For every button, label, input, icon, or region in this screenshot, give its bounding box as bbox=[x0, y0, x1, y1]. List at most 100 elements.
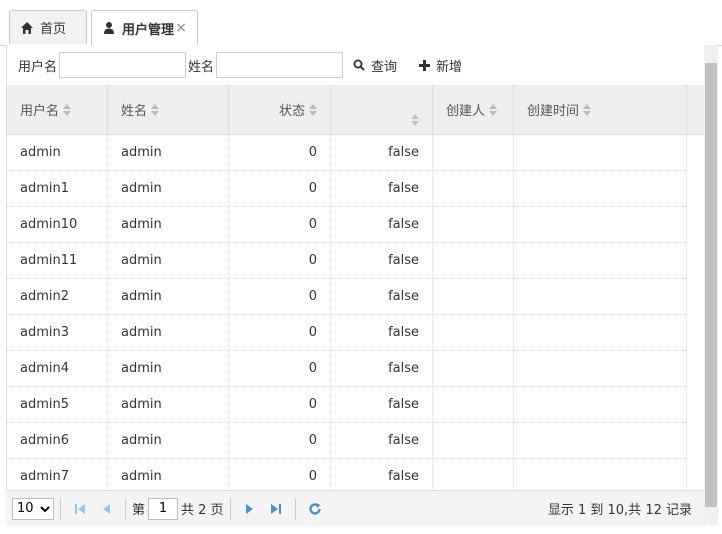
cell-username: admin2 bbox=[7, 279, 108, 314]
cell-status: 0 bbox=[229, 243, 331, 278]
refresh-button[interactable] bbox=[302, 497, 328, 521]
cell-status: 0 bbox=[229, 315, 331, 350]
cell-status: 0 bbox=[229, 351, 331, 386]
cell-name: admin bbox=[108, 243, 229, 278]
username-input[interactable] bbox=[59, 52, 187, 78]
cell-creator bbox=[433, 279, 514, 314]
cell-username: admin7 bbox=[7, 459, 108, 494]
cell-username: admin10 bbox=[7, 207, 108, 242]
column-header-status[interactable]: 状态 bbox=[229, 85, 331, 134]
next-page-icon bbox=[245, 503, 253, 514]
prev-page-button[interactable] bbox=[93, 497, 119, 521]
sort-icon bbox=[489, 103, 498, 116]
column-header-username[interactable]: 用户名 bbox=[7, 85, 108, 134]
cell-creator bbox=[433, 207, 514, 242]
cell-status: 0 bbox=[229, 135, 331, 170]
sort-icon bbox=[309, 103, 317, 116]
cell-creator bbox=[433, 351, 514, 386]
cell-flag: false bbox=[331, 279, 433, 314]
table-row[interactable]: admin3 admin 0 false bbox=[7, 315, 687, 351]
table-row[interactable]: admin6 admin 0 false bbox=[7, 423, 687, 459]
search-button[interactable]: 查询 bbox=[353, 56, 397, 75]
cell-created-time bbox=[514, 459, 687, 494]
first-page-button[interactable] bbox=[67, 497, 93, 521]
cell-flag: false bbox=[331, 351, 433, 386]
table-row[interactable]: admin11 admin 0 false bbox=[7, 243, 687, 279]
cell-created-time bbox=[514, 279, 687, 314]
pagination-bar: 10 第 共 2 页 显示 1 到 10,共 12 记录 bbox=[6, 490, 704, 526]
tab-home-label: 首页 bbox=[40, 22, 67, 37]
page-label-prefix: 第 bbox=[132, 503, 146, 518]
cell-creator bbox=[433, 135, 514, 170]
search-icon bbox=[353, 59, 365, 71]
table-row[interactable]: admin admin 0 false bbox=[7, 135, 687, 171]
sort-icon bbox=[151, 103, 160, 116]
cell-creator bbox=[433, 459, 514, 494]
cell-name: admin bbox=[108, 279, 229, 314]
cell-name: admin bbox=[108, 423, 229, 458]
user-table: 用户名 姓名 状态 创建人 创建时间 admin admin 0 false a… bbox=[6, 85, 705, 526]
scrollbar-thumb[interactable] bbox=[705, 63, 717, 507]
cell-creator bbox=[433, 315, 514, 350]
table-row[interactable]: admin10 admin 0 false bbox=[7, 207, 687, 243]
cell-status: 0 bbox=[229, 423, 331, 458]
tab-user-management[interactable]: 用户管理 × bbox=[91, 10, 198, 45]
tab-bar: 首页 用户管理 × bbox=[0, 0, 722, 46]
cell-creator bbox=[433, 423, 514, 458]
name-input[interactable] bbox=[216, 52, 344, 78]
sort-icon bbox=[583, 103, 592, 116]
add-button-label: 新增 bbox=[436, 59, 463, 75]
table-row[interactable]: admin2 admin 0 false bbox=[7, 279, 687, 315]
search-toolbar: 用户名 姓名 查询 新增 bbox=[6, 45, 705, 85]
table-row[interactable]: admin5 admin 0 false bbox=[7, 387, 687, 423]
cell-username: admin6 bbox=[7, 423, 108, 458]
column-header-unnamed[interactable] bbox=[331, 85, 433, 134]
cell-created-time bbox=[514, 243, 687, 278]
vertical-scrollbar[interactable] bbox=[704, 45, 718, 525]
table-header: 用户名 姓名 状态 创建人 创建时间 bbox=[7, 85, 705, 135]
prev-page-icon bbox=[103, 503, 110, 514]
page-size-select[interactable]: 10 bbox=[12, 497, 54, 520]
cell-flag: false bbox=[331, 387, 433, 422]
tab-home[interactable]: 首页 bbox=[9, 10, 87, 44]
close-icon[interactable]: × bbox=[175, 20, 187, 36]
column-header-created-time[interactable]: 创建时间 bbox=[514, 85, 687, 134]
name-label: 姓名 bbox=[188, 59, 215, 75]
cell-flag: false bbox=[331, 315, 433, 350]
cell-flag: false bbox=[331, 459, 433, 494]
username-label: 用户名 bbox=[18, 59, 58, 75]
cell-name: admin bbox=[108, 351, 229, 386]
last-page-button[interactable] bbox=[263, 497, 289, 521]
column-header-name[interactable]: 姓名 bbox=[108, 85, 229, 134]
cell-name: admin bbox=[108, 207, 229, 242]
cell-name: admin bbox=[108, 459, 229, 494]
cell-created-time bbox=[514, 315, 687, 350]
page-number-input[interactable] bbox=[148, 497, 179, 520]
column-header-creator[interactable]: 创建人 bbox=[433, 85, 514, 134]
pager-divider bbox=[60, 497, 61, 520]
cell-username: admin5 bbox=[7, 387, 108, 422]
table-row[interactable]: admin4 admin 0 false bbox=[7, 351, 687, 387]
last-page-icon bbox=[270, 503, 281, 514]
pager-divider bbox=[125, 497, 126, 520]
cell-creator bbox=[433, 243, 514, 278]
cell-username: admin3 bbox=[7, 315, 108, 350]
table-row[interactable]: admin1 admin 0 false bbox=[7, 171, 687, 207]
page-total-label: 共 2 页 bbox=[181, 503, 224, 518]
add-button[interactable]: 新增 bbox=[419, 56, 462, 75]
cell-flag: false bbox=[331, 135, 433, 170]
next-page-button[interactable] bbox=[237, 497, 263, 521]
cell-created-time bbox=[514, 351, 687, 386]
cell-created-time bbox=[514, 423, 687, 458]
cell-username: admin4 bbox=[7, 351, 108, 386]
cell-status: 0 bbox=[229, 459, 331, 494]
record-info: 显示 1 到 10,共 12 记录 bbox=[547, 503, 692, 518]
home-icon bbox=[20, 21, 34, 35]
cell-username: admin1 bbox=[7, 171, 108, 206]
user-icon bbox=[102, 21, 116, 35]
pager-divider bbox=[229, 497, 231, 520]
cell-creator bbox=[433, 387, 514, 422]
cell-status: 0 bbox=[229, 279, 331, 314]
sort-icon bbox=[63, 103, 72, 116]
tab-user-management-label: 用户管理 bbox=[122, 22, 175, 38]
